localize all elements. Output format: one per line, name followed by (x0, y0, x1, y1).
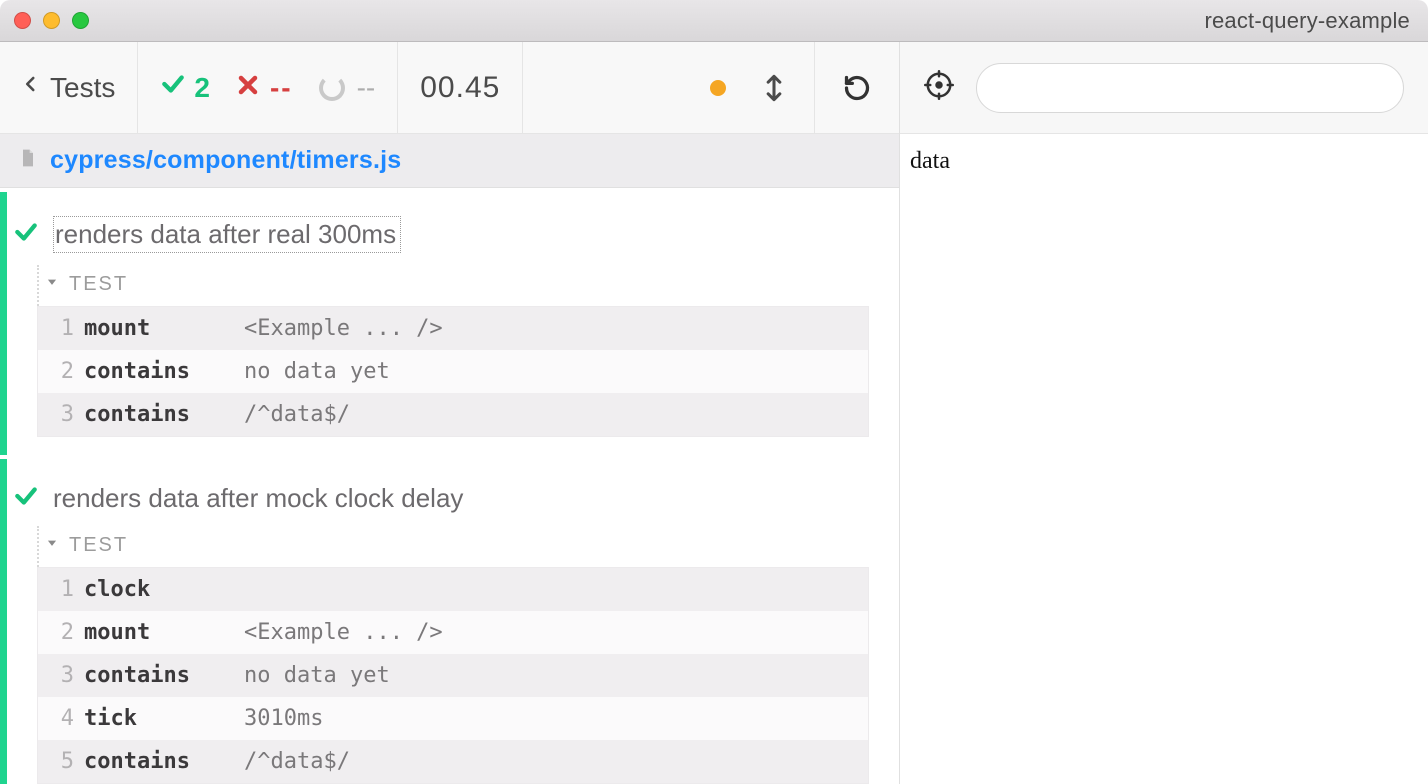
command-message: <Example ... /> (244, 620, 868, 645)
command-number: 1 (38, 577, 84, 602)
tests-list: renders data after real 300ms TEST 1 (0, 188, 899, 784)
command-name: mount (84, 316, 244, 341)
back-label: Tests (50, 72, 115, 104)
command-name: contains (84, 749, 244, 774)
test-title: renders data after real 300ms (53, 216, 401, 253)
command-name: contains (84, 663, 244, 688)
command-row[interactable]: 1 clock (38, 568, 868, 611)
command-name: contains (84, 402, 244, 427)
check-icon (13, 219, 39, 250)
command-message: /^data$/ (244, 749, 868, 774)
command-row[interactable]: 1 mount <Example ... /> (38, 307, 868, 350)
section-header[interactable]: TEST (37, 526, 869, 567)
command-message: no data yet (244, 359, 868, 384)
minimize-window-button[interactable] (43, 12, 60, 29)
spec-bar[interactable]: cypress/component/timers.js (0, 134, 899, 188)
close-window-button[interactable] (14, 12, 31, 29)
command-number: 1 (38, 316, 84, 341)
caret-down-icon (45, 275, 59, 294)
stats-pending: -- (319, 72, 376, 104)
chevron-left-icon (22, 70, 40, 105)
test-item: renders data after mock clock delay TEST… (0, 459, 899, 784)
run-stats: 2 -- -- (138, 42, 398, 133)
section-label: TEST (69, 273, 128, 296)
command-row[interactable]: 3 contains /^data$/ (38, 393, 868, 436)
duration-cell: 00.45 (398, 42, 523, 133)
caret-down-icon (45, 536, 59, 555)
pending-count: -- (357, 72, 376, 104)
command-number: 3 (38, 663, 84, 688)
status-dot-icon (710, 80, 726, 96)
reporter-panel: Tests 2 -- (0, 42, 900, 784)
failed-count: -- (270, 72, 293, 104)
command-number: 5 (38, 749, 84, 774)
aut-panel: data (900, 42, 1428, 784)
aut-toolbar (900, 42, 1428, 134)
passed-count: 2 (194, 72, 210, 104)
x-icon (236, 72, 260, 104)
command-number: 3 (38, 402, 84, 427)
command-name: clock (84, 577, 244, 602)
url-input[interactable] (976, 63, 1404, 113)
selector-playground-button[interactable] (924, 70, 954, 105)
command-message: no data yet (244, 663, 868, 688)
viewport-toggle-button[interactable] (760, 74, 788, 102)
maximize-window-button[interactable] (72, 12, 89, 29)
test-item: renders data after real 300ms TEST 1 (0, 192, 899, 455)
app-window: react-query-example Tests 2 (0, 0, 1428, 784)
command-name: contains (84, 359, 244, 384)
command-row[interactable]: 4 tick 3010ms (38, 697, 868, 740)
command-message: <Example ... /> (244, 316, 868, 341)
file-icon (18, 146, 38, 175)
spec-path: cypress/component/timers.js (50, 146, 401, 175)
command-row[interactable]: 2 contains no data yet (38, 350, 868, 393)
window-title: react-query-example (1204, 0, 1410, 41)
check-icon (13, 483, 39, 514)
aut-content: data (900, 134, 1428, 784)
command-number: 2 (38, 620, 84, 645)
command-message: /^data$/ (244, 402, 868, 427)
command-name: mount (84, 620, 244, 645)
command-row[interactable]: 3 contains no data yet (38, 654, 868, 697)
command-number: 4 (38, 706, 84, 731)
test-title: renders data after mock clock delay (53, 483, 463, 514)
section-header[interactable]: TEST (37, 265, 869, 306)
run-duration: 00.45 (420, 71, 500, 105)
titlebar: react-query-example (0, 0, 1428, 42)
stats-failed: -- (236, 72, 293, 104)
check-icon (160, 71, 186, 104)
test-header[interactable]: renders data after real 300ms (7, 210, 899, 263)
test-header[interactable]: renders data after mock clock delay (7, 477, 899, 524)
stats-passed: 2 (160, 71, 210, 104)
command-log: 1 clock 2 mount <Example ... /> 3 (37, 567, 869, 784)
reporter-toolbar: Tests 2 -- (0, 42, 899, 134)
rerun-button[interactable] (815, 42, 899, 133)
traffic-lights (14, 12, 89, 29)
back-to-tests-button[interactable]: Tests (0, 42, 138, 133)
command-name: tick (84, 706, 244, 731)
command-row[interactable]: 5 contains /^data$/ (38, 740, 868, 783)
spinner-icon (319, 75, 345, 101)
section-label: TEST (69, 534, 128, 557)
command-number: 2 (38, 359, 84, 384)
viewport-controls (684, 42, 815, 133)
command-message: 3010ms (244, 706, 868, 731)
command-log: 1 mount <Example ... /> 2 contains no da… (37, 306, 869, 437)
command-row[interactable]: 2 mount <Example ... /> (38, 611, 868, 654)
